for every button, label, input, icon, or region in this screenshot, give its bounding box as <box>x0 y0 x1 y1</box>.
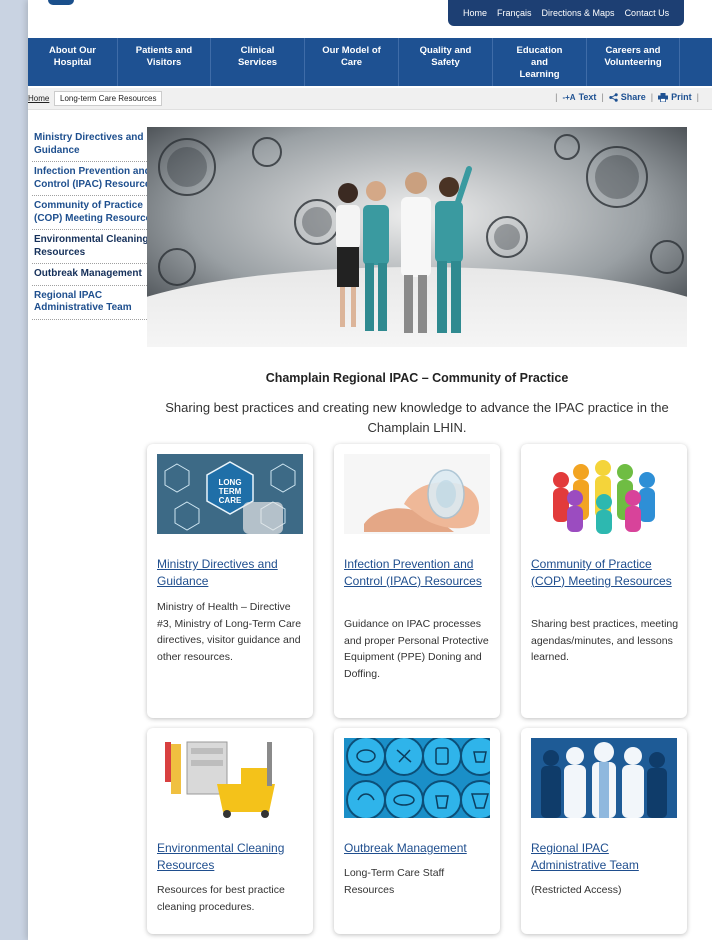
card-description: Resources for best practice cleaning pro… <box>157 884 285 913</box>
sidebar-item-cleaning[interactable]: Environmental Cleaning Resources <box>32 230 165 264</box>
card-admin-team[interactable]: Regional IPAC Administrative Team (Restr… <box>521 728 687 934</box>
card-cop[interactable]: Community of Practice (COP) Meeting Reso… <box>521 444 687 718</box>
utility-link-francais[interactable]: Français <box>497 8 532 18</box>
share-icon <box>609 92 618 102</box>
sidebar-item-cop[interactable]: Community of Practice (COP) Meeting Reso… <box>32 196 165 230</box>
nav-label: Education and Learning <box>516 45 563 80</box>
card-title[interactable]: Ministry Directives and Guidance <box>157 556 307 589</box>
utility-nav: Home Français Directions & Maps Contact … <box>448 0 685 26</box>
nav-label: Patients and Visitors <box>135 45 193 68</box>
text-size-button[interactable]: Text <box>579 92 597 102</box>
hospital-logo[interactable] <box>48 0 74 5</box>
card-thumbnail-medical-team <box>531 738 677 818</box>
nav-label: About Our Hospital <box>49 45 96 68</box>
card-thumbnail-cleaning-cart <box>157 738 303 818</box>
breadcrumb: Home Long-term Care Resources | -+A Text… <box>28 88 712 110</box>
card-thumbnail-community-circle <box>531 454 677 534</box>
main-nav: About Our Hospital Patients and Visitors… <box>28 38 712 86</box>
card-description: (Restricted Access) <box>531 884 622 896</box>
nav-education[interactable]: Education and Learning <box>493 38 587 86</box>
card-ministry[interactable]: LONG TERM CARE Ministry Directives and G… <box>147 444 313 718</box>
print-button[interactable]: Print <box>671 92 692 102</box>
divider: | <box>601 92 604 102</box>
nav-careers[interactable]: Careers and Volunteering <box>587 38 680 86</box>
breadcrumb-current: Long-term Care Resources <box>54 91 163 106</box>
card-cleaning[interactable]: Environmental Cleaning Resources Resourc… <box>147 728 313 934</box>
utility-link-directions[interactable]: Directions & Maps <box>542 8 615 18</box>
nav-model-of-care[interactable]: Our Model of Care <box>305 38 399 86</box>
nav-label: Quality and Safety <box>419 45 472 68</box>
hero-image <box>147 127 687 347</box>
card-description: Ministry of Health – Directive #3, Minis… <box>157 601 302 663</box>
sidebar-item-admin-team[interactable]: Regional IPAC Administrative Team <box>32 286 165 320</box>
sidebar-nav: Ministry Directives and Guidance Infecti… <box>32 128 165 320</box>
page-subtitle: Sharing best practices and creating new … <box>165 400 669 435</box>
card-description: Sharing best practices, meeting agendas/… <box>531 618 679 663</box>
card-thumbnail-hand-sanitizer <box>344 454 490 534</box>
nav-quality[interactable]: Quality and Safety <box>399 38 493 86</box>
nav-label: Clinical Services <box>237 45 278 68</box>
nav-label: Careers and Volunteering <box>604 45 662 68</box>
card-title[interactable]: Outbreak Management <box>344 840 494 857</box>
card-title[interactable]: Infection Prevention and Control (IPAC) … <box>344 556 494 589</box>
utility-link-contact[interactable]: Contact Us <box>625 8 670 18</box>
divider: | <box>696 92 699 102</box>
page-tools: | -+A Text | Share | Print | <box>550 92 704 102</box>
card-outbreak[interactable]: Outbreak Management Long-Term Care Staff… <box>334 728 500 934</box>
nav-about[interactable]: About Our Hospital <box>28 38 118 86</box>
sidebar-item-ministry[interactable]: Ministry Directives and Guidance <box>32 128 165 162</box>
text-size-icon: -+A <box>562 92 576 102</box>
utility-link-home[interactable]: Home <box>463 8 487 18</box>
share-button[interactable]: Share <box>621 92 646 102</box>
nav-patients[interactable]: Patients and Visitors <box>118 38 211 86</box>
card-description: Long-Term Care Staff Resources <box>344 867 445 896</box>
page-title: Champlain Regional IPAC – Community of P… <box>265 371 569 385</box>
nav-clinical[interactable]: Clinical Services <box>211 38 305 86</box>
card-thumbnail-ppe-icons <box>344 738 490 818</box>
card-title[interactable]: Community of Practice (COP) Meeting Reso… <box>531 556 681 589</box>
card-description: Guidance on IPAC processes and proper Pe… <box>344 618 489 680</box>
card-thumbnail-text: LONG TERM CARE <box>218 478 242 505</box>
card-thumbnail-long-term-care: LONG TERM CARE <box>157 454 303 534</box>
card-title[interactable]: Regional IPAC Administrative Team <box>531 840 681 873</box>
print-icon <box>658 92 669 102</box>
nav-label: Our Model of Care <box>322 45 381 68</box>
breadcrumb-home[interactable]: Home <box>28 94 49 103</box>
card-title[interactable]: Environmental Cleaning Resources <box>157 840 307 873</box>
divider: | <box>555 92 558 102</box>
card-ipac[interactable]: Infection Prevention and Control (IPAC) … <box>334 444 500 718</box>
page: Home Français Directions & Maps Contact … <box>28 0 712 940</box>
sidebar-item-ipac[interactable]: Infection Prevention and Control (IPAC) … <box>32 162 165 196</box>
sidebar-item-outbreak[interactable]: Outbreak Management <box>32 264 165 286</box>
divider: | <box>650 92 654 102</box>
